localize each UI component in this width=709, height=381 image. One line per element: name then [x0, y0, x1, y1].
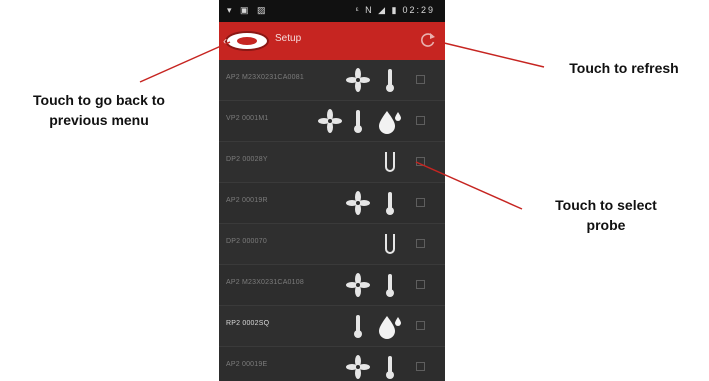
callout-select: Touch to select probe	[555, 197, 657, 233]
callout-line-back	[139, 41, 231, 83]
callout-line-refresh	[439, 41, 545, 68]
callout-line-select	[415, 161, 523, 210]
callout-back: Touch to go back to previous menu	[33, 92, 165, 128]
callout-refresh: Touch to refresh	[569, 60, 679, 76]
